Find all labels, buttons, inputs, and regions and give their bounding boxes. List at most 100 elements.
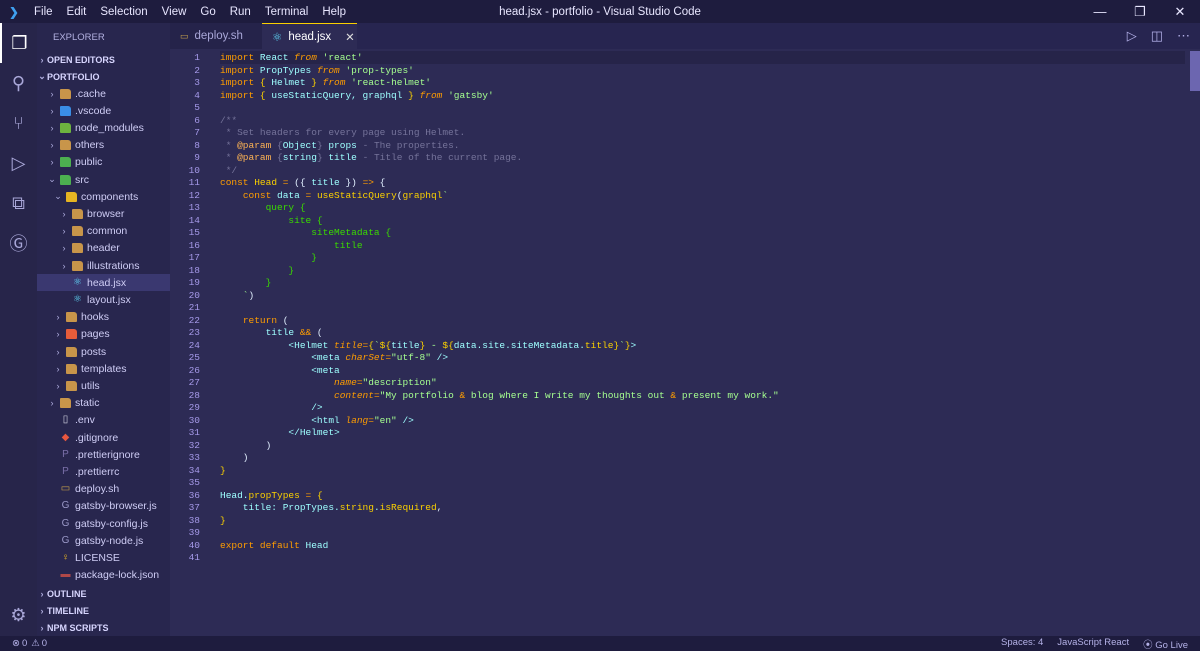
- folder-item[interactable]: ⌄components: [37, 188, 170, 205]
- code-line[interactable]: `): [220, 290, 254, 303]
- code-line[interactable]: ): [220, 440, 271, 453]
- code-line[interactable]: export default Head: [220, 540, 328, 553]
- scrollbar-thumb[interactable]: [1190, 51, 1200, 91]
- search-icon[interactable]: ⚲: [0, 63, 37, 103]
- folder-item[interactable]: ›utils: [37, 377, 170, 394]
- menu-help[interactable]: Help: [322, 6, 346, 18]
- extensions-icon[interactable]: ⧉: [0, 183, 37, 223]
- gitlens-icon[interactable]: Ⓖ: [0, 223, 37, 263]
- code-line[interactable]: }: [220, 465, 226, 478]
- code-line[interactable]: siteMetadata {: [220, 227, 391, 240]
- code-line[interactable]: import PropTypes from 'prop-types': [220, 65, 414, 78]
- open-editors-section[interactable]: ›OPEN EDITORS: [37, 51, 170, 68]
- run-debug-icon[interactable]: ▷: [0, 143, 37, 183]
- explorer-icon[interactable]: ❐: [0, 23, 37, 63]
- file-item[interactable]: P.prettierignore: [37, 446, 170, 463]
- folder-item[interactable]: ⌄src: [37, 171, 170, 188]
- outline-section[interactable]: ›OUTLINE: [37, 585, 170, 602]
- menu-selection[interactable]: Selection: [100, 6, 147, 18]
- code-line[interactable]: import { useStaticQuery, graphql } from …: [220, 90, 494, 103]
- tab-head-jsx[interactable]: ⚛head.jsx✕: [262, 23, 357, 49]
- restore-button[interactable]: ❐: [1120, 0, 1160, 23]
- npm-scripts-section[interactable]: ›NPM SCRIPTS: [37, 619, 170, 636]
- code-line[interactable]: return (: [220, 315, 288, 328]
- code-line[interactable]: * @param {Object} props - The properties…: [220, 140, 460, 153]
- tab-deploy-sh[interactable]: ▭deploy.sh: [170, 23, 262, 49]
- code-line[interactable]: }: [220, 252, 317, 265]
- more-actions-icon[interactable]: ⋯: [1177, 28, 1190, 44]
- code-line[interactable]: }: [220, 277, 271, 290]
- error-icon[interactable]: ⊗: [12, 638, 20, 649]
- code-line[interactable]: query {: [220, 202, 306, 215]
- file-item[interactable]: ♀LICENSE: [37, 549, 170, 566]
- code-line[interactable]: ): [220, 452, 249, 465]
- menu-run[interactable]: Run: [230, 6, 251, 18]
- portfolio-section[interactable]: ⌄PORTFOLIO: [37, 68, 170, 85]
- file-item[interactable]: ⚛head.jsx: [37, 274, 170, 291]
- editor-scrollbar[interactable]: [1190, 49, 1200, 636]
- folder-item[interactable]: ›static: [37, 395, 170, 412]
- folder-item[interactable]: ›posts: [37, 343, 170, 360]
- code-line[interactable]: title: PropTypes.string.isRequired,: [220, 502, 442, 515]
- code-line[interactable]: <meta: [220, 365, 340, 378]
- code-line[interactable]: }: [220, 515, 226, 528]
- file-item[interactable]: ◆.gitignore: [37, 429, 170, 446]
- folder-item[interactable]: ›templates: [37, 360, 170, 377]
- folder-item[interactable]: ›pages: [37, 326, 170, 343]
- settings-gear-icon[interactable]: ⚙: [0, 595, 37, 635]
- code-line[interactable]: title && (: [220, 327, 323, 340]
- close-tab-icon[interactable]: ✕: [345, 30, 355, 44]
- code-editor[interactable]: 1import React from 'react'2import PropTy…: [170, 49, 1200, 636]
- code-line[interactable]: const Head = ({ title }) => {: [220, 177, 385, 190]
- indentation-status[interactable]: Spaces: 4: [1001, 637, 1043, 651]
- code-line[interactable]: const data = useStaticQuery(graphql`: [220, 190, 448, 203]
- warning-icon[interactable]: ⚠: [31, 638, 40, 649]
- language-mode[interactable]: JavaScript React: [1057, 637, 1129, 651]
- file-item[interactable]: Ggatsby-config.js: [37, 515, 170, 532]
- folder-item[interactable]: ›.cache: [37, 85, 170, 102]
- source-control-icon[interactable]: ⑂: [0, 103, 37, 143]
- code-line[interactable]: />: [220, 402, 323, 415]
- code-line[interactable]: name="description": [220, 377, 437, 390]
- code-line[interactable]: <meta charSet="utf-8" />: [220, 352, 448, 365]
- file-item[interactable]: ▬package-lock.json: [37, 567, 170, 584]
- file-item[interactable]: Ggatsby-browser.js: [37, 498, 170, 515]
- file-item[interactable]: P.prettierrc: [37, 463, 170, 480]
- folder-item[interactable]: ›others: [37, 137, 170, 154]
- run-icon[interactable]: ▷: [1127, 28, 1137, 44]
- code-line[interactable]: site {: [220, 215, 323, 228]
- code-line[interactable]: */: [220, 165, 237, 178]
- menu-terminal[interactable]: Terminal: [265, 6, 308, 18]
- file-item[interactable]: ▭deploy.sh: [37, 481, 170, 498]
- folder-item[interactable]: ›public: [37, 154, 170, 171]
- menu-go[interactable]: Go: [200, 6, 215, 18]
- menu-edit[interactable]: Edit: [67, 6, 87, 18]
- minimize-button[interactable]: —: [1080, 0, 1120, 23]
- timeline-section[interactable]: ›TIMELINE: [37, 602, 170, 619]
- code-line[interactable]: <Helmet title={`${title} - ${data.site.s…: [220, 340, 636, 353]
- code-line[interactable]: </Helmet>: [220, 427, 340, 440]
- folder-item[interactable]: ›hooks: [37, 309, 170, 326]
- go-live-button[interactable]: ⦿ Go Live: [1143, 637, 1188, 651]
- code-line[interactable]: content="My portfolio & blog where I wri…: [220, 390, 779, 403]
- file-item[interactable]: ⚛layout.jsx: [37, 291, 170, 308]
- code-line[interactable]: /**: [220, 115, 237, 128]
- warning-count[interactable]: 0: [42, 638, 47, 649]
- code-line[interactable]: import React from 'react': [220, 52, 363, 65]
- file-item[interactable]: ▯.env: [37, 412, 170, 429]
- folder-item[interactable]: ›node_modules: [37, 119, 170, 136]
- code-line[interactable]: Head.propTypes = {: [220, 490, 323, 503]
- split-editor-icon[interactable]: ◫: [1151, 28, 1163, 44]
- error-count[interactable]: 0: [22, 638, 27, 649]
- menu-view[interactable]: View: [162, 6, 187, 18]
- code-line[interactable]: title: [220, 240, 363, 253]
- code-line[interactable]: <html lang="en" />: [220, 415, 414, 428]
- code-line[interactable]: * Set headers for every page using Helme…: [220, 127, 465, 140]
- folder-item[interactable]: ›illustrations: [37, 257, 170, 274]
- code-line[interactable]: }: [220, 265, 294, 278]
- code-line[interactable]: * @param {string} title - Title of the c…: [220, 152, 522, 165]
- code-line[interactable]: import { Helmet } from 'react-helmet': [220, 77, 431, 90]
- folder-item[interactable]: ›common: [37, 223, 170, 240]
- close-window-button[interactable]: ✕: [1160, 0, 1200, 23]
- file-item[interactable]: Ggatsby-node.js: [37, 532, 170, 549]
